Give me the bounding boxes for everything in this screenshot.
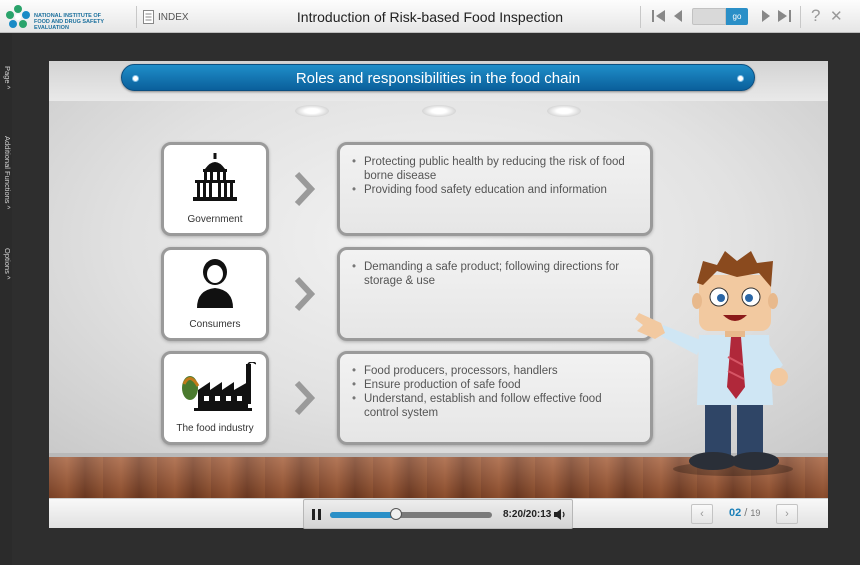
first-page-icon[interactable] <box>651 8 667 24</box>
factory-icon <box>182 362 256 411</box>
role-description-consumers: Demanding a safe product; following dire… <box>337 247 653 341</box>
total-slide-count: 19 <box>750 508 761 518</box>
bullet-item: Demanding a safe product; following dire… <box>352 260 636 288</box>
help-icon[interactable]: ? <box>811 6 820 26</box>
logo-text: NATIONAL INSTITUTE OF FOOD AND DRUG SAFE… <box>34 13 104 31</box>
bullet-item: Ensure production of safe food <box>352 378 636 392</box>
role-card-food-industry: The food industry <box>161 351 269 445</box>
document-icon <box>143 10 154 24</box>
pause-button[interactable] <box>312 509 322 520</box>
title-dot-right <box>737 75 744 82</box>
seek-thumb[interactable] <box>390 508 403 520</box>
bullet-item: Protecting public health by reducing the… <box>352 155 636 183</box>
slide-stage: Roles and responsibilities in the food c… <box>49 61 828 528</box>
pause-icon <box>318 509 321 520</box>
index-label: INDEX <box>158 11 189 23</box>
divider <box>640 6 641 28</box>
media-player: 8:20/20:13 <box>303 499 573 529</box>
seek-bar[interactable] <box>330 508 492 520</box>
volume-icon[interactable] <box>554 508 566 521</box>
divider <box>136 6 137 28</box>
role-label-food-industry: The food industry <box>176 423 254 434</box>
page-number-input[interactable] <box>692 8 726 25</box>
government-building-icon <box>193 153 237 201</box>
presenter-character <box>635 251 793 476</box>
current-slide-number: 02 <box>729 507 742 519</box>
ceiling-light <box>295 105 329 117</box>
previous-slide-button[interactable]: ‹ <box>691 504 713 524</box>
divider <box>800 6 801 28</box>
slide-title: Roles and responsibilities in the food c… <box>295 70 581 87</box>
chevron-right-icon <box>294 380 315 416</box>
chevron-right-icon <box>294 171 315 207</box>
last-page-icon[interactable] <box>776 8 792 24</box>
page-tab[interactable]: Page ^ <box>0 53 12 103</box>
role-card-consumers: Consumers <box>161 247 269 341</box>
bullet-item: Providing food safety education and info… <box>352 183 636 197</box>
playback-time: 8:20/20:13 <box>503 509 552 520</box>
close-icon[interactable]: ✕ <box>830 7 843 25</box>
options-tab[interactable]: Options ^ <box>0 241 12 286</box>
role-description-food-industry: Food producers, processors, handlers Ens… <box>337 351 653 445</box>
role-description-government: Protecting public health by reducing the… <box>337 142 653 236</box>
go-button[interactable]: go <box>726 8 748 25</box>
side-rail: Page ^ Additional Functions ^ Options ^ <box>0 33 12 565</box>
top-toolbar: NATIONAL INSTITUTE OF FOOD AND DRUG SAFE… <box>0 0 860 33</box>
role-label-government: Government <box>187 214 243 225</box>
chevron-right-icon <box>294 276 315 312</box>
role-label-consumers: Consumers <box>189 319 241 330</box>
seek-progress <box>330 512 397 518</box>
next-page-icon[interactable] <box>758 8 774 24</box>
nifds-logo: NATIONAL INSTITUTE OF FOOD AND DRUG SAFE… <box>4 3 134 31</box>
previous-page-icon[interactable] <box>670 8 686 24</box>
playback-control-bar: 8:20/20:13 ‹ 02 / 19 › <box>49 498 828 529</box>
bullet-item: Understand, establish and follow effecti… <box>352 392 636 420</box>
next-slide-button[interactable]: › <box>776 504 798 524</box>
ceiling-light <box>547 105 581 117</box>
person-icon <box>197 259 233 308</box>
role-card-government: Government <box>161 142 269 236</box>
additional-functions-tab[interactable]: Additional Functions ^ <box>0 118 12 228</box>
slide-counter: 02 / 19 <box>729 507 760 519</box>
bullet-item: Food producers, processors, handlers <box>352 364 636 378</box>
course-title: Introduction of Risk-based Food Inspecti… <box>296 9 564 25</box>
slide-title-bar: Roles and responsibilities in the food c… <box>121 64 755 91</box>
ceiling-light <box>422 105 456 117</box>
pause-icon <box>312 509 315 520</box>
index-button[interactable]: INDEX <box>143 8 189 26</box>
logo-emblem-icon <box>6 5 30 28</box>
